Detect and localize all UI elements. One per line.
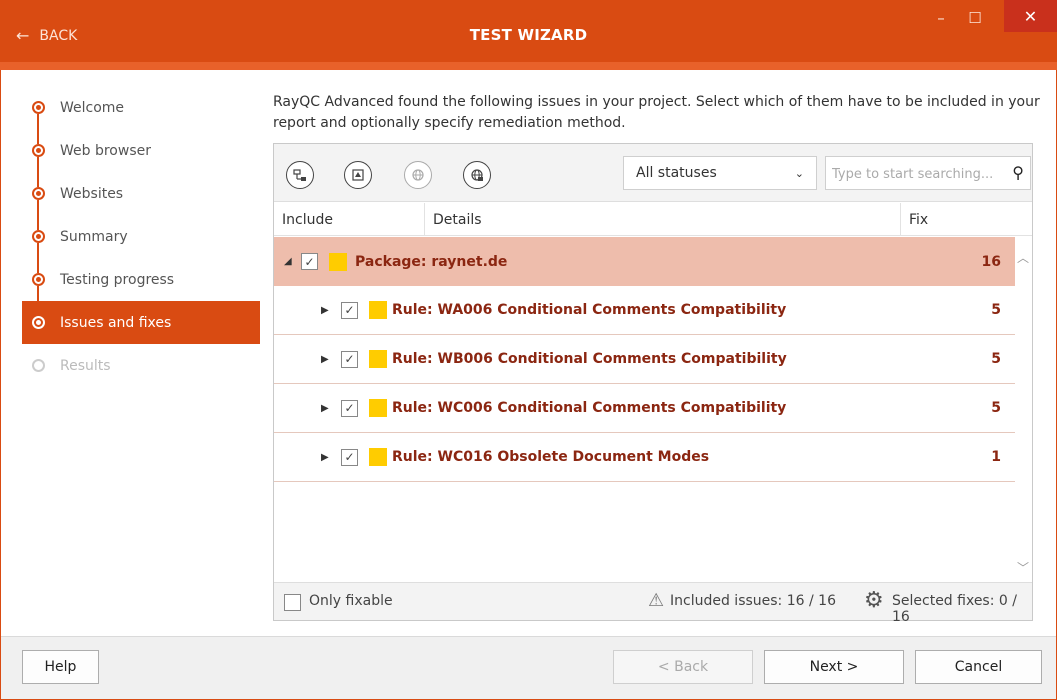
web-disabled-icon [404,161,432,189]
intro-text: RayQC Advanced found the following issue… [273,94,1040,131]
step-label: Results [60,357,111,374]
step-label: Issues and fixes [60,314,172,331]
only-fixable-checkbox[interactable] [284,594,301,611]
step-websites[interactable]: Websites [22,172,260,230]
grid-header: Include Details Fix [274,203,1032,236]
column-include[interactable]: Include [274,203,424,236]
chevron-down-icon: ⌄ [794,166,804,180]
wizard-button-bar: Help < Back Next > Cancel [1,636,1056,699]
step-web-browser[interactable]: Web browser [22,129,260,187]
rule-row[interactable]: ▶ ✓ Rule: WC006 Conditional Comments Com… [274,384,1015,433]
row-label: Rule: WA006 Conditional Comments Compati… [392,302,787,318]
step-issues-and-fixes[interactable]: Issues and fixes [22,301,260,344]
collapsed-caret-icon[interactable]: ▶ [321,403,329,414]
column-details[interactable]: Details [424,203,900,236]
step-dot-icon [32,359,45,372]
row-count: 5 [991,400,1001,416]
step-dot-icon [32,144,45,157]
include-checkbox[interactable]: ✓ [341,350,358,368]
vertical-scrollbar[interactable]: ︿ ﹀ [1015,237,1032,582]
severity-swatch [329,252,347,271]
title-bar: ← BACK TEST WIZARD – ☐ ✕ [0,0,1057,70]
back-button: < Back [613,650,753,684]
step-label: Websites [60,185,124,202]
issues-toolbar: All statuses ⌄ ⚲ [274,144,1032,202]
step-summary[interactable]: Summary [22,215,260,273]
window-title: TEST WIZARD [469,26,588,44]
row-label: Rule: WC016 Obsolete Document Modes [392,449,710,465]
search-box[interactable]: ⚲ [825,156,1031,190]
expanded-caret-icon[interactable]: ◢ [284,256,292,267]
step-dot-icon [32,101,45,114]
severity-swatch [369,399,387,417]
collapsed-caret-icon[interactable]: ▶ [321,354,329,365]
step-testing-progress[interactable]: Testing progress [22,258,260,316]
included-issues-text: Included issues: 16 / 16 [670,593,836,609]
gear-icon: ⚙ [864,588,884,613]
scroll-up-icon[interactable]: ︿ [1017,249,1029,266]
step-dot-icon [32,187,45,200]
include-checkbox[interactable]: ✓ [301,253,318,270]
step-label: Testing progress [60,271,175,288]
issues-tree: ◢ ✓ Package: raynet.de 16 ▶ ✓ Rule: WA00… [274,237,1015,582]
include-checkbox[interactable]: ✓ [341,399,358,417]
row-label: Rule: WB006 Conditional Comments Compati… [392,351,787,367]
help-button[interactable]: Help [22,650,99,684]
step-dot-icon [32,316,45,329]
wizard-steps: Welcome Web browser Websites Summary Tes… [22,86,260,387]
step-label: Web browser [60,142,151,159]
column-fix[interactable]: Fix [900,203,1031,236]
next-button[interactable]: Next > [764,650,904,684]
row-count: 5 [991,351,1001,367]
scroll-down-icon[interactable]: ﹀ [1017,559,1029,576]
status-filter-select[interactable]: All statuses ⌄ [623,156,817,190]
issues-footer: Only fixable ⚠ Included issues: 16 / 16 … [274,582,1032,625]
row-count: 1 [991,449,1001,465]
severity-swatch [369,301,387,319]
step-label: Welcome [60,99,125,116]
severity-swatch [369,350,387,368]
collapsed-caret-icon[interactable]: ▶ [321,305,329,316]
step-dot-icon [32,273,45,286]
step-label: Summary [60,228,128,245]
issues-panel: All statuses ⌄ ⚲ Include Details Fix ◢ ✓… [273,143,1033,625]
only-fixable-label[interactable]: Only fixable [309,593,393,609]
rule-row[interactable]: ▶ ✓ Rule: WC016 Obsolete Document Modes … [274,433,1015,482]
search-input[interactable] [832,164,1002,184]
step-welcome[interactable]: Welcome [22,86,260,144]
cancel-button[interactable]: Cancel [915,650,1042,684]
row-label: Rule: WC006 Conditional Comments Compati… [392,400,787,416]
expand-tree-icon[interactable] [344,161,372,189]
row-count: 16 [981,253,1001,270]
web-fix-icon[interactable] [463,161,491,189]
rule-row[interactable]: ▶ ✓ Rule: WB006 Conditional Comments Com… [274,335,1015,384]
row-label: Package: raynet.de [355,253,508,270]
collapse-tree-icon[interactable] [286,161,314,189]
warning-icon: ⚠ [648,590,665,611]
row-count: 5 [991,302,1001,318]
include-checkbox[interactable]: ✓ [341,301,358,319]
rule-row[interactable]: ▶ ✓ Rule: WA006 Conditional Comments Com… [274,286,1015,335]
search-icon[interactable]: ⚲ [1012,163,1024,182]
package-row[interactable]: ◢ ✓ Package: raynet.de 16 [274,237,1015,286]
step-dot-icon [32,230,45,243]
selected-fixes-text: Selected fixes: 0 / 16 [892,593,1017,625]
close-button[interactable]: ✕ [1004,0,1057,32]
status-filter-value: All statuses [636,165,717,181]
include-checkbox[interactable]: ✓ [341,448,358,466]
severity-swatch [369,448,387,466]
step-results: Results [22,344,260,387]
maximize-button[interactable]: ☐ [952,2,998,34]
title-accent-strip [0,62,1057,70]
collapsed-caret-icon[interactable]: ▶ [321,452,329,463]
